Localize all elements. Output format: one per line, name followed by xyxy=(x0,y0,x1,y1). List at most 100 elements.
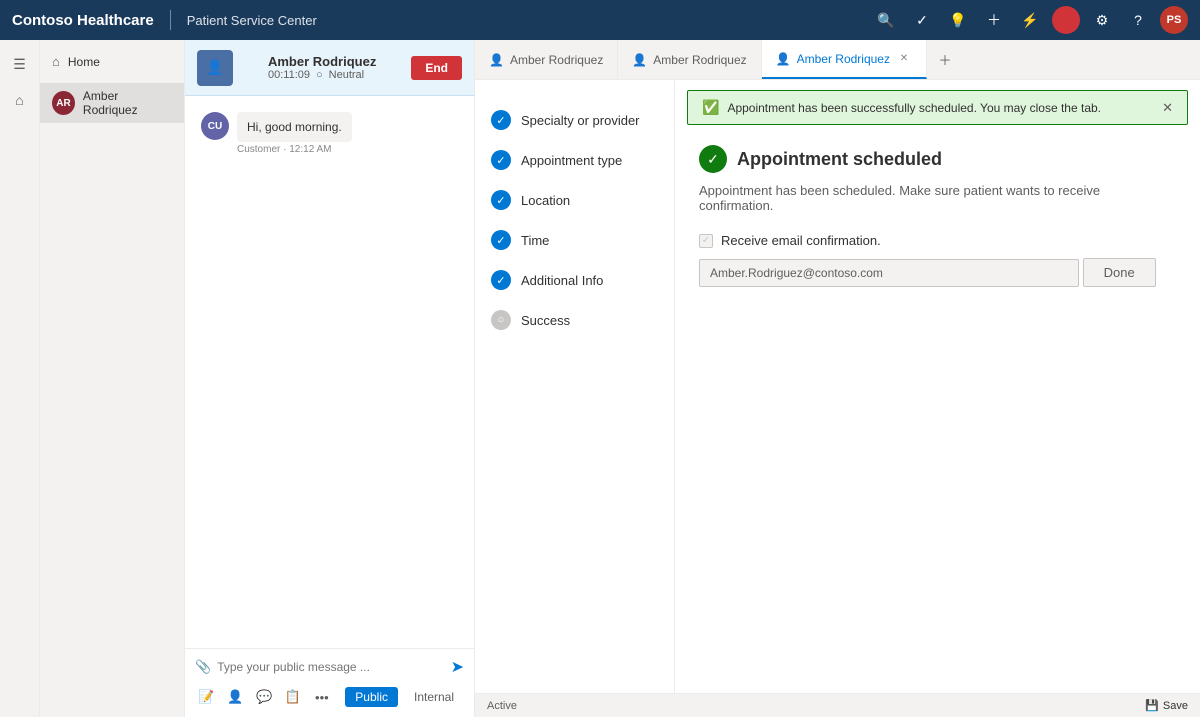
conversation-customer-name: Amber Rodriquez xyxy=(268,54,376,69)
left-panel: ⌂ Home AR Amber Rodriquez xyxy=(40,40,185,717)
banner-text: Appointment has been successfully schedu… xyxy=(727,101,1101,115)
conversation-timer: 00:11:09 xyxy=(268,69,310,81)
internal-tab-button[interactable]: Internal xyxy=(404,687,464,707)
message-input[interactable] xyxy=(217,660,444,674)
step-icon-success: ○ xyxy=(491,310,511,330)
step-label-specialty: Specialty or provider xyxy=(521,113,640,128)
agent-avatar: AR xyxy=(52,91,75,115)
email-confirmation-row: ✓ Receive email confirmation. xyxy=(699,233,1176,248)
tab-amber-3[interactable]: 👤 Amber Rodriquez ✕ xyxy=(762,40,927,79)
wizard-step-time[interactable]: ✓ Time xyxy=(475,220,674,260)
notification-badge[interactable] xyxy=(1052,6,1080,34)
step-label-success: Success xyxy=(521,313,570,328)
success-banner: ✅ Appointment has been successfully sche… xyxy=(687,90,1188,125)
tab-add-button[interactable]: ＋ xyxy=(927,40,963,79)
home-nav-icon: ⌂ xyxy=(52,54,60,69)
tab-person-icon-1: 👤 xyxy=(489,53,504,67)
appointment-title-row: ✓ Appointment scheduled xyxy=(699,145,1176,173)
settings-icon[interactable]: ⚙ xyxy=(1088,6,1116,34)
step-label-appointment-type: Appointment type xyxy=(521,153,622,168)
save-button-status[interactable]: 💾 Save xyxy=(1145,699,1188,712)
tab-close-button[interactable]: ✕ xyxy=(896,51,912,67)
tab-person-icon-3: 👤 xyxy=(776,52,791,66)
message-avatar: CU xyxy=(201,112,229,140)
topbar-divider xyxy=(170,10,171,30)
sidebar-item-home[interactable]: ⌂ Home xyxy=(40,48,184,75)
appointment-scheduled-section: ✓ Appointment scheduled Appointment has … xyxy=(675,125,1200,327)
checkmark-icon[interactable]: ✓ xyxy=(908,6,936,34)
topbar: Contoso Healthcare Patient Service Cente… xyxy=(0,0,1200,40)
main-layout: ☰ ⌂ ⌂ Home AR Amber Rodriquez 👤 Amber Ro… xyxy=(0,40,1200,717)
public-tab-button[interactable]: Public xyxy=(345,687,398,707)
step-label-additional-info: Additional Info xyxy=(521,273,603,288)
help-icon[interactable]: ? xyxy=(1124,6,1152,34)
step-icon-additional-info: ✓ xyxy=(491,270,511,290)
end-call-button[interactable]: End xyxy=(411,56,462,80)
agent-name: Amber Rodriquez xyxy=(83,89,172,117)
save-label: Save xyxy=(1163,700,1188,712)
banner-close-button[interactable]: ✕ xyxy=(1162,100,1173,116)
conversation-status-icon: ○ xyxy=(316,69,323,81)
topbar-subtitle: Patient Service Center xyxy=(187,13,317,28)
wizard-step-specialty[interactable]: ✓ Specialty or provider xyxy=(475,100,674,140)
wizard-steps: ✓ Specialty or provider ✓ Appointment ty… xyxy=(475,80,675,693)
conversation-header-info: Amber Rodriquez 00:11:09 ○ Neutral xyxy=(268,54,376,81)
agent-item[interactable]: AR Amber Rodriquez xyxy=(40,83,184,123)
tab-amber-1[interactable]: 👤 Amber Rodriquez xyxy=(475,40,618,79)
chat-icon[interactable]: 💬 xyxy=(253,685,276,709)
appointment-title: Appointment scheduled xyxy=(737,149,942,170)
message-time: Customer · 12:12 AM xyxy=(237,144,352,155)
step-label-time: Time xyxy=(521,233,549,248)
appointment-subtitle: Appointment has been scheduled. Make sur… xyxy=(699,183,1176,213)
tab-label-1: Amber Rodriquez xyxy=(510,53,603,67)
more-icon[interactable]: ••• xyxy=(310,685,333,709)
wizard-step-location[interactable]: ✓ Location xyxy=(475,180,674,220)
conversation-input-area: 📎 ➤ 📝 👤 💬 📋 ••• Public Internal xyxy=(185,648,474,717)
status-bar: Active 💾 Save xyxy=(475,693,1200,717)
message-content: Hi, good morning. Customer · 12:12 AM xyxy=(237,112,352,155)
conversation-messages: CU Hi, good morning. Customer · 12:12 AM xyxy=(185,96,474,648)
conversation-header: 👤 Amber Rodriquez 00:11:09 ○ Neutral End xyxy=(185,40,474,96)
notes-icon[interactable]: 📝 xyxy=(195,685,218,709)
wizard-step-success[interactable]: ○ Success xyxy=(475,300,674,340)
conversation-status: Neutral xyxy=(329,69,364,81)
step-icon-appointment-type: ✓ xyxy=(491,150,511,170)
step-icon-specialty: ✓ xyxy=(491,110,511,130)
conversation-toolbar: 📝 👤 💬 📋 ••• Public Internal xyxy=(195,677,464,709)
save-icon: 💾 xyxy=(1145,699,1159,712)
attachment-icon[interactable]: 📎 xyxy=(195,659,211,675)
done-button[interactable]: Done xyxy=(1083,258,1156,287)
message-item: CU Hi, good morning. Customer · 12:12 AM xyxy=(201,112,458,155)
conversation-type-icon: 👤 xyxy=(197,50,233,86)
hamburger-icon[interactable]: ☰ xyxy=(4,48,36,80)
send-button[interactable]: ➤ xyxy=(451,657,464,677)
input-row: 📎 ➤ xyxy=(195,657,464,677)
sidebar-nav: ☰ ⌂ xyxy=(0,40,40,717)
email-confirm-label: Receive email confirmation. xyxy=(721,233,881,248)
tab-label-3: Amber Rodriquez xyxy=(797,52,890,66)
content-area: ✓ Specialty or provider ✓ Appointment ty… xyxy=(475,80,1200,693)
filter-icon[interactable]: ⚡ xyxy=(1016,6,1044,34)
step-label-location: Location xyxy=(521,193,570,208)
tab-label-2: Amber Rodriquez xyxy=(653,53,746,67)
tab-person-icon-2: 👤 xyxy=(632,53,647,67)
lightbulb-icon[interactable]: 💡 xyxy=(944,6,972,34)
step-icon-time: ✓ xyxy=(491,230,511,250)
brand-name: Contoso Healthcare xyxy=(12,12,154,29)
contact-icon[interactable]: 👤 xyxy=(224,685,247,709)
search-icon[interactable]: 🔍 xyxy=(872,6,900,34)
wizard-step-additional-info[interactable]: ✓ Additional Info xyxy=(475,260,674,300)
user-avatar[interactable]: PS xyxy=(1160,6,1188,34)
wizard-step-appointment-type[interactable]: ✓ Appointment type xyxy=(475,140,674,180)
transcript-icon[interactable]: 📋 xyxy=(282,685,305,709)
main-content-panel: ✅ Appointment has been successfully sche… xyxy=(675,80,1200,693)
home-icon[interactable]: ⌂ xyxy=(4,84,36,116)
conversation-panel: 👤 Amber Rodriquez 00:11:09 ○ Neutral End… xyxy=(185,40,475,717)
appointment-success-icon: ✓ xyxy=(699,145,727,173)
email-confirm-checkbox[interactable]: ✓ xyxy=(699,234,713,248)
email-input-field[interactable] xyxy=(699,259,1079,287)
banner-success-icon: ✅ xyxy=(702,99,719,116)
tab-amber-2[interactable]: 👤 Amber Rodriquez xyxy=(618,40,761,79)
plus-icon[interactable]: ＋ xyxy=(980,6,1008,34)
conversation-meta: 00:11:09 ○ Neutral xyxy=(268,69,376,81)
